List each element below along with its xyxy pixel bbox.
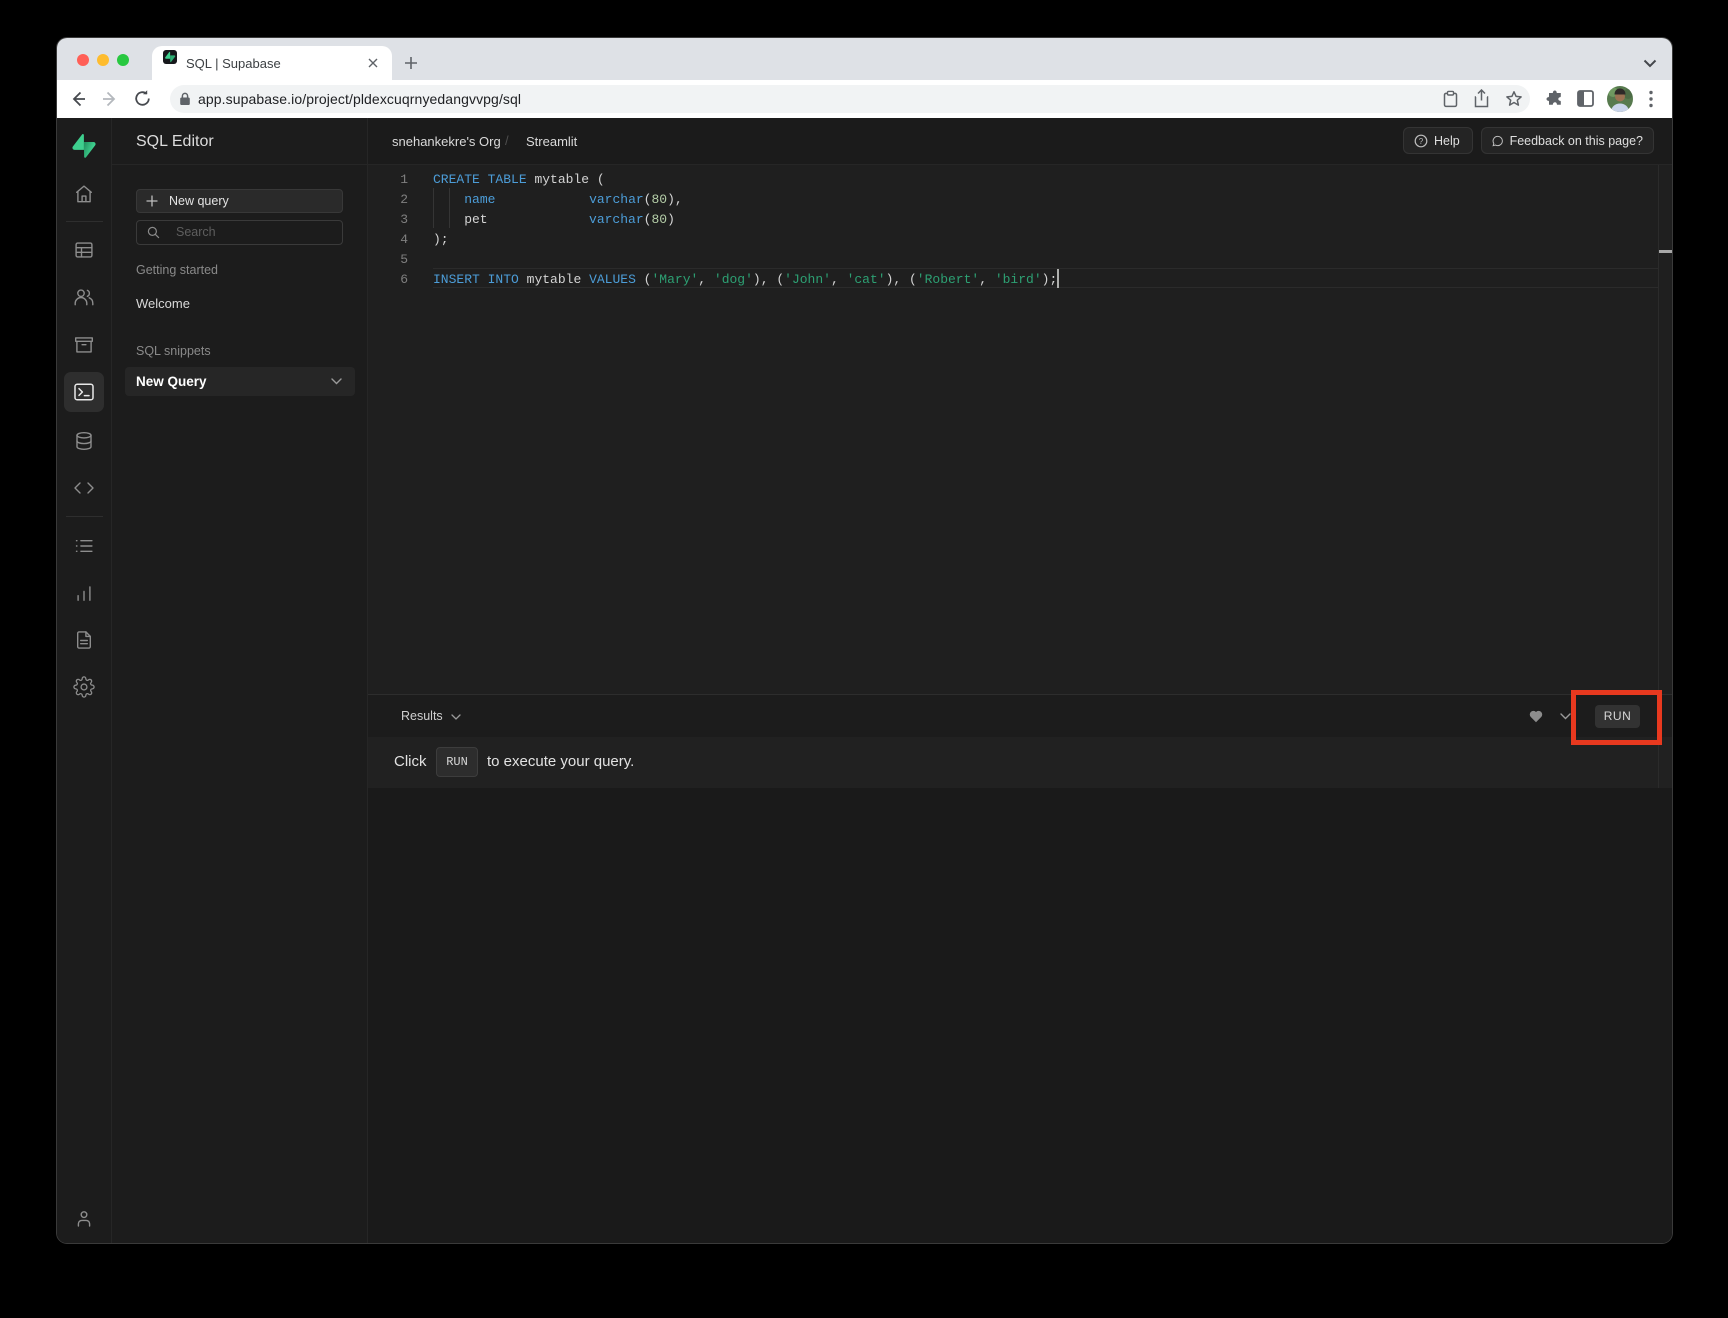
svg-text:?: ? bbox=[1419, 136, 1424, 145]
